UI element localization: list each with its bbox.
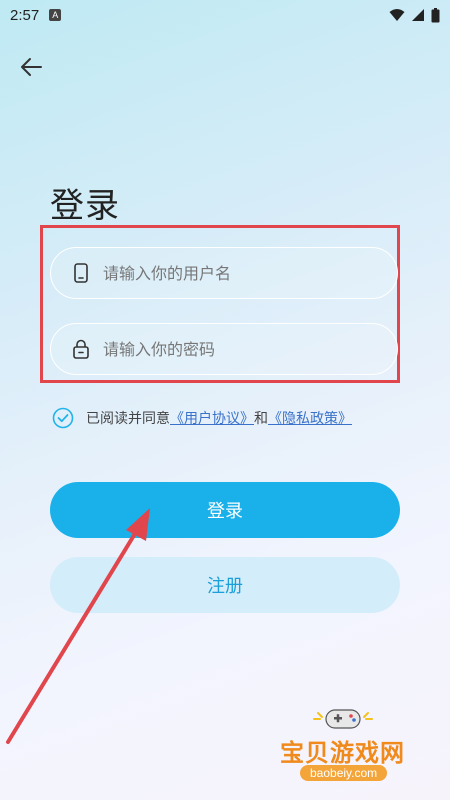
check-circle-icon <box>52 407 74 429</box>
wifi-icon <box>389 9 405 21</box>
agreement-prefix: 已阅读并同意 <box>86 411 170 427</box>
password-input[interactable] <box>101 338 365 360</box>
notification-icon: A <box>49 9 62 21</box>
phone-icon <box>71 263 91 283</box>
username-input[interactable] <box>101 262 365 284</box>
password-field[interactable] <box>50 323 398 375</box>
watermark-url: baobeiy.com <box>300 765 388 781</box>
register-button[interactable]: 注册 <box>50 557 400 613</box>
status-bar: 2:57 A <box>0 0 450 30</box>
agreement-checkbox[interactable] <box>52 407 74 429</box>
login-button[interactable]: 登录 <box>50 482 400 538</box>
watermark-text: 宝贝游戏网 <box>280 739 405 767</box>
page-title: 登录 <box>50 186 120 226</box>
status-time: 2:57 <box>10 6 40 24</box>
watermark-logo: 宝贝游戏网 baobeiy.com <box>270 705 420 795</box>
annotation-arrow <box>6 508 150 744</box>
user-agreement-link[interactable]: 《用户协议》 <box>170 408 254 428</box>
lock-icon <box>71 339 91 359</box>
privacy-policy-link[interactable]: 《隐私政策》 <box>268 408 352 428</box>
back-button[interactable] <box>14 50 48 84</box>
agreement-row: 已阅读并同意 《用户协议》 和 《隐私政策》 <box>52 407 352 429</box>
signal-icon <box>412 9 424 21</box>
username-field[interactable] <box>50 247 398 299</box>
battery-icon <box>431 7 440 22</box>
status-left: 2:57 A <box>10 6 62 24</box>
status-right <box>389 7 440 23</box>
gamepad-icon <box>313 709 373 729</box>
arrow-left-icon <box>21 58 42 76</box>
agreement-and: 和 <box>254 411 268 427</box>
